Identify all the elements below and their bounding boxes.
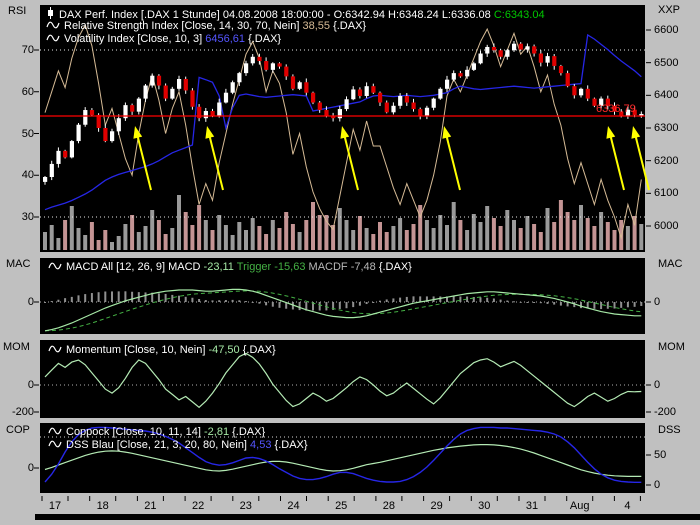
volatility-legend-suffix: {.DAX} bbox=[245, 33, 282, 45]
wave-icon bbox=[48, 440, 62, 448]
x-axis-label: 25 bbox=[335, 500, 348, 512]
momentum-legend-suffix: {.DAX} bbox=[239, 344, 276, 356]
coppock-legend-suffix: {.DAX} bbox=[229, 426, 266, 438]
price-axis-tick: 6600 bbox=[654, 24, 679, 36]
x-axis-label: Aug bbox=[569, 500, 590, 512]
price-axis-tick: 6500 bbox=[654, 56, 679, 69]
x-axis-label: 23 bbox=[239, 500, 252, 512]
x-axis-label: 21 bbox=[144, 500, 157, 512]
wave-icon bbox=[46, 21, 60, 29]
dss-axis-tick: 50 bbox=[654, 449, 667, 461]
volatility-legend-value: 6456,61 bbox=[205, 33, 246, 45]
coppock-legend: Coppock [Close, 10, 11, 14] -2,81 {.DAX} bbox=[48, 426, 265, 438]
price-axis-tick: 6400 bbox=[654, 89, 679, 102]
macd-legend-value: -23,11 bbox=[203, 261, 237, 273]
macd-legend-macdf: MACDF -7,48 bbox=[308, 261, 379, 273]
coppock-legend-value: -2,81 bbox=[204, 426, 230, 438]
momentum-panel-right-label: MOM bbox=[658, 341, 685, 353]
price-panel-left-label: RSI bbox=[8, 5, 27, 17]
wave-icon bbox=[46, 34, 60, 42]
rsi-axis-tick: 70 bbox=[21, 44, 34, 56]
momentum-legend-value: -47,50 bbox=[208, 344, 240, 356]
rsi-axis-tick: 60 bbox=[21, 85, 34, 98]
price-axis-tick: 6300 bbox=[654, 122, 679, 134]
momentum-legend: Momentum [Close, 10, Nein] -47,50 {.DAX} bbox=[48, 344, 276, 356]
x-axis-label: 29 bbox=[430, 500, 443, 512]
price-axis-tick: 6000 bbox=[654, 220, 679, 232]
dss-axis-tick: 0 bbox=[654, 479, 661, 491]
coppock-panel-right-label: DSS bbox=[658, 424, 681, 436]
macd-legend-suffix: {.DAX} bbox=[378, 261, 412, 273]
price-legend: DAX Perf. Index [.DAX 1 Stunde] 04.08.20… bbox=[46, 7, 545, 21]
rsi-legend-suffix: {.DAX} bbox=[330, 20, 367, 32]
hline-price-label: 6336,79 bbox=[596, 103, 636, 115]
macd-axis-tick: 0 bbox=[27, 296, 34, 308]
bottom-divider bbox=[35, 514, 700, 520]
dss-legend-suffix: {.DAX} bbox=[271, 439, 308, 451]
rsi-legend: Relative Strength Index [Close, 14, 30, … bbox=[46, 20, 366, 32]
volatility-legend-text: Volatility Index [Close, 10, 3] bbox=[64, 33, 206, 45]
x-axis-label: 28 bbox=[382, 500, 396, 512]
x-axis-label: 31 bbox=[525, 500, 539, 512]
wave-icon bbox=[48, 345, 62, 353]
x-axis-label: 17 bbox=[48, 500, 62, 512]
momentum-legend-text: Momentum [Close, 10, Nein] bbox=[66, 344, 209, 356]
volatility-legend: Volatility Index [Close, 10, 3] 6456,61 … bbox=[46, 33, 281, 45]
momentum-axis-tick: -200 bbox=[11, 406, 34, 418]
rsi-axis-tick: 50 bbox=[21, 127, 34, 140]
momentum-axis-tick: 0 bbox=[654, 379, 661, 391]
wave-icon bbox=[48, 262, 62, 270]
x-axis-label: 18 bbox=[96, 500, 109, 512]
x-axis-label: 30 bbox=[478, 500, 491, 512]
coppock-legend-text: Coppock [Close, 10, 11, 14] bbox=[66, 426, 204, 438]
dss-legend: DSS Blau [Close, 21, 3, 20, 80, Nein] 4,… bbox=[48, 439, 308, 451]
momentum-axis-tick: -200 bbox=[654, 406, 677, 418]
chart-window: RSI XXP MAC MAC MOM MOM COP DSS DAX Perf… bbox=[0, 0, 700, 520]
price-panel-right-label: XXP bbox=[658, 4, 681, 16]
rsi-axis-tick: 40 bbox=[21, 169, 34, 182]
momentum-axis-tick: 0 bbox=[27, 379, 34, 391]
wave-icon bbox=[48, 427, 62, 435]
x-axis-label: 4 bbox=[624, 500, 631, 512]
macd-legend-trigger: Trigger -15,63 bbox=[236, 261, 309, 273]
momentum-panel-left-label: MOM bbox=[3, 341, 30, 353]
rsi-legend-value: 38,55 bbox=[302, 20, 331, 32]
macd-panel-right-label: MAC bbox=[658, 258, 683, 270]
candlestick-icon bbox=[48, 7, 53, 19]
price-axis-tick: 6100 bbox=[654, 187, 679, 200]
macd-axis-tick: 0 bbox=[654, 296, 661, 308]
coppock-axis-tick: 0 bbox=[27, 462, 34, 474]
macd-legend-text: MACD All [12, 26, 9] MACD bbox=[66, 261, 204, 273]
coppock-panel-left-label: COP bbox=[6, 424, 30, 436]
dss-legend-value: 4,53 bbox=[250, 439, 272, 451]
rsi-legend-text: Relative Strength Index [Close, 14, 30, … bbox=[64, 20, 303, 32]
macd-legend: MACD All [12, 26, 9] MACD -23,11 Trigger… bbox=[48, 261, 412, 273]
price-legend-close: C:6343.04 bbox=[493, 9, 545, 21]
dss-legend-text: DSS Blau [Close, 21, 3, 20, 80, Nein] bbox=[66, 439, 251, 451]
rsi-axis-tick: 30 bbox=[21, 211, 34, 223]
x-axis-label: 24 bbox=[287, 500, 300, 512]
price-axis-tick: 6200 bbox=[654, 154, 679, 167]
macd-panel-left-label: MAC bbox=[6, 258, 31, 270]
x-axis-label: 22 bbox=[191, 500, 205, 512]
